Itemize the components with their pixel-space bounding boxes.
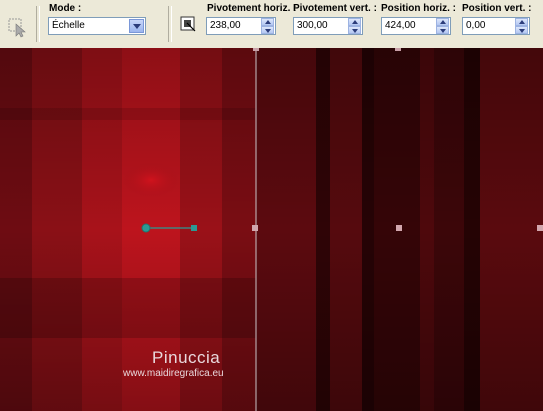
- position-vert-label: Position vert. :: [462, 3, 532, 14]
- tool-options-bar: Mode : Échelle Pivotement horiz. : 238,0…: [0, 0, 543, 49]
- selection-handle[interactable]: [395, 48, 401, 51]
- spin-up-icon[interactable]: [348, 18, 361, 26]
- toolbar-separator: [168, 6, 172, 42]
- pivot-horiz-value: 238,00: [210, 20, 241, 31]
- spin-up-icon[interactable]: [261, 18, 274, 26]
- spin-down-icon[interactable]: [348, 26, 361, 34]
- spin-up-icon[interactable]: [436, 18, 449, 26]
- pivot-reset-icon[interactable]: [179, 15, 197, 33]
- chevron-down-icon[interactable]: [129, 19, 144, 33]
- toolbar-separator: [36, 6, 40, 42]
- selection-handle[interactable]: [537, 225, 543, 231]
- position-horiz-value: 424,00: [385, 20, 416, 31]
- spin-down-icon[interactable]: [261, 26, 274, 34]
- position-horiz-input[interactable]: 424,00: [381, 17, 451, 35]
- canvas-artwork: [0, 48, 543, 411]
- pick-tool-icon: [8, 18, 26, 38]
- spin-down-icon[interactable]: [436, 26, 449, 34]
- watermark-url: www.maidiregrafica.eu: [123, 368, 224, 379]
- position-horiz-label: Position horiz. :: [381, 3, 456, 14]
- selection-handle[interactable]: [396, 225, 402, 231]
- pivot-vert-input[interactable]: 300,00: [293, 17, 363, 35]
- position-vert-value: 0,00: [466, 20, 486, 31]
- image-canvas[interactable]: Pinuccia www.maidiregrafica.eu: [0, 48, 543, 411]
- pivot-horiz-label: Pivotement horiz. :: [207, 3, 297, 14]
- pivot-horiz-input[interactable]: 238,00: [206, 17, 276, 35]
- rotation-handle[interactable]: [191, 225, 197, 231]
- spin-down-icon[interactable]: [515, 26, 528, 34]
- mode-select-value: Échelle: [52, 20, 85, 31]
- selection-handle[interactable]: [253, 48, 259, 51]
- pivot-vert-label: Pivotement vert. :: [293, 3, 377, 14]
- selection-handle[interactable]: [252, 225, 258, 231]
- position-vert-input[interactable]: 0,00: [462, 17, 530, 35]
- mode-label: Mode :: [49, 3, 82, 14]
- pivot-vert-value: 300,00: [297, 20, 328, 31]
- mode-select[interactable]: Échelle: [48, 17, 146, 35]
- pivot-point-icon[interactable]: [141, 223, 151, 233]
- spin-up-icon[interactable]: [515, 18, 528, 26]
- watermark-name: Pinuccia: [152, 348, 221, 367]
